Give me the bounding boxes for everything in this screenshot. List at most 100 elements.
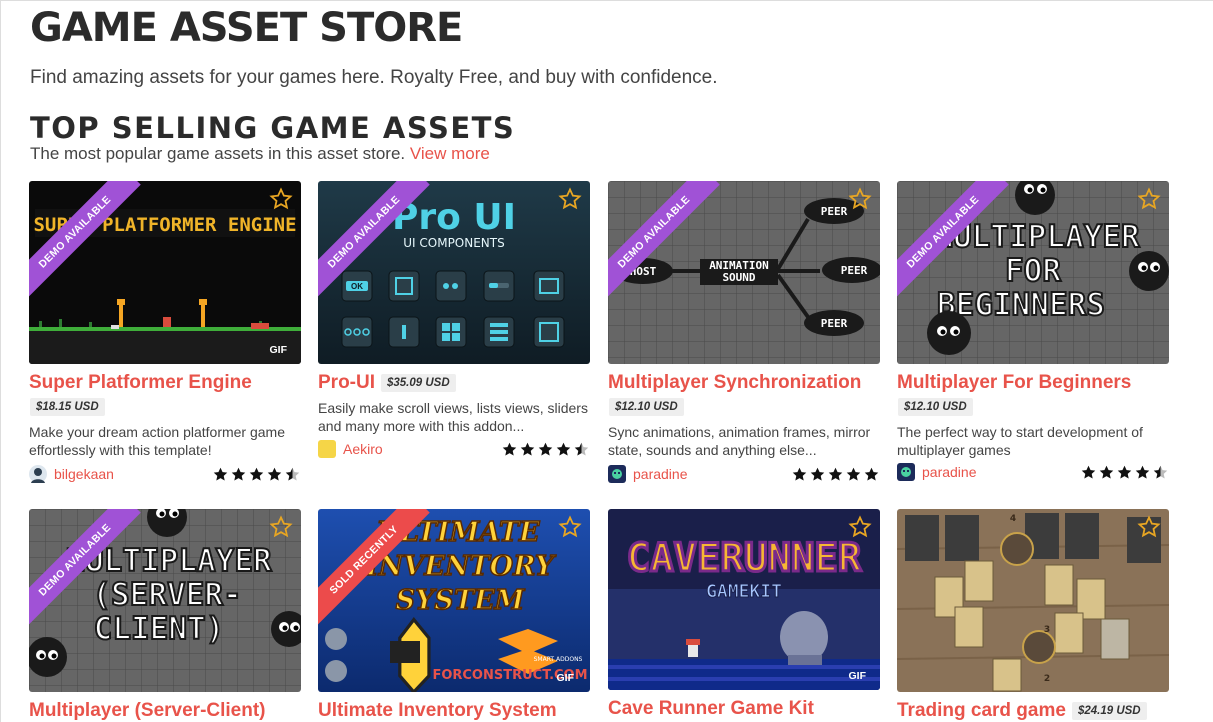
asset-description: Sync animations, animation frames, mirro…	[608, 424, 871, 458]
rating-stars	[1080, 464, 1169, 481]
asset-card[interactable]: Pro UI UI COMPONENTS OK DEMO AVAILABLE P…	[318, 181, 590, 458]
asset-card[interactable]: MULTIPLAYER FOR BEGINNERS DEMO AVAILABLE…	[897, 181, 1169, 481]
rating-star-icon	[267, 467, 282, 481]
asset-card[interactable]: HOST ANIMATION SOUND PEER PEER PEER DEMO…	[608, 181, 880, 483]
favorite-star-icon[interactable]	[1137, 515, 1161, 539]
favorite-star-icon[interactable]	[269, 515, 293, 539]
thumbnail-art: MULTIPLAYER (SERVER- CLIENT)	[29, 509, 301, 692]
asset-card[interactable]: ULTIMATE INVENTORY SYSTEM FORCONSTRUCT.C…	[318, 509, 590, 722]
section-subtitle: The most popular game assets in this ass…	[30, 144, 490, 164]
asset-title[interactable]: Ultimate Inventory System	[318, 700, 557, 722]
favorite-star-icon[interactable]	[269, 187, 293, 211]
svg-text:SMART ADDONS: SMART ADDONS	[534, 656, 583, 663]
asset-description: Make your dream action platformer game e…	[29, 424, 285, 458]
author-link[interactable]: bilgekaan	[29, 465, 114, 483]
asset-title[interactable]: Multiplayer Synchronization	[608, 372, 861, 394]
rating-star-icon	[1099, 465, 1114, 479]
view-more-link[interactable]: View more	[410, 144, 490, 163]
svg-text:INVENTORY: INVENTORY	[365, 551, 557, 582]
asset-description: The perfect way to start development of …	[897, 424, 1143, 458]
price-badge: $12.10 USD	[898, 398, 973, 416]
author-link[interactable]: Aekiro	[318, 440, 383, 458]
asset-thumbnail[interactable]: ULTIMATE INVENTORY SYSTEM FORCONSTRUCT.C…	[318, 509, 590, 692]
asset-thumbnail[interactable]: MULTIPLAYER FOR BEGINNERS DEMO AVAILABLE	[897, 181, 1169, 364]
thumbnail-art: ULTIMATE INVENTORY SYSTEM FORCONSTRUCT.C…	[318, 509, 590, 692]
asset-thumbnail[interactable]: CAVERUNNER GAMEKIT GIF	[608, 509, 880, 690]
rating-star-icon	[828, 467, 843, 481]
rating-star-icon	[1153, 465, 1168, 479]
store-subtitle: Find amazing assets for your games here.…	[30, 67, 718, 88]
gif-badge: GIF	[556, 672, 575, 684]
thumbnail-art: HOST ANIMATION SOUND PEER PEER PEER	[608, 181, 880, 364]
svg-text:FOR: FOR	[1005, 253, 1061, 289]
asset-thumbnail[interactable]: SUPER PLATFORMER ENGINE DEMO AVAILABLE G…	[29, 181, 301, 364]
rating-star-icon	[792, 467, 807, 481]
asset-card[interactable]: 4 3 2 Trading card game $24.19 USD	[897, 509, 1169, 722]
asset-title[interactable]: Multiplayer For Beginners	[897, 372, 1131, 394]
avatar	[318, 440, 336, 458]
asset-title[interactable]: Pro-UI	[318, 372, 375, 394]
author-name[interactable]: paradine	[922, 464, 977, 480]
rating-stars	[791, 466, 880, 483]
asset-card[interactable]: SUPER PLATFORMER ENGINE DEMO AVAILABLE G…	[29, 181, 301, 483]
rating-star-icon	[574, 442, 589, 456]
author-name[interactable]: Aekiro	[343, 441, 383, 457]
svg-text:OK: OK	[351, 282, 363, 291]
rating-star-icon	[538, 442, 553, 456]
rating-star-icon	[1081, 465, 1096, 479]
asset-title[interactable]: Super Platformer Engine	[29, 372, 252, 394]
asset-card[interactable]: MULTIPLAYER (SERVER- CLIENT) DEMO AVAILA…	[29, 509, 301, 722]
avatar	[608, 465, 626, 483]
rating-star-icon	[502, 442, 517, 456]
favorite-star-icon[interactable]	[558, 515, 582, 539]
svg-text:PEER: PEER	[841, 264, 868, 277]
asset-thumbnail[interactable]: HOST ANIMATION SOUND PEER PEER PEER DEMO…	[608, 181, 880, 364]
asset-thumbnail[interactable]: Pro UI UI COMPONENTS OK DEMO AVAILABLE	[318, 181, 590, 364]
asset-title[interactable]: Cave Runner Game Kit	[608, 698, 814, 720]
thumbnail-art: MULTIPLAYER FOR BEGINNERS	[897, 181, 1169, 364]
favorite-star-icon[interactable]	[848, 187, 872, 211]
author-link[interactable]: paradine	[897, 463, 977, 481]
favorite-star-icon[interactable]	[1137, 187, 1161, 211]
author-link[interactable]: paradine	[608, 465, 688, 483]
rating-stars	[501, 441, 590, 458]
rating-star-icon	[810, 467, 825, 481]
asset-title[interactable]: Trading card game	[897, 700, 1066, 722]
price-badge: $12.10 USD	[609, 398, 684, 416]
author-name[interactable]: bilgekaan	[54, 466, 114, 482]
svg-text:SYSTEM: SYSTEM	[396, 585, 526, 616]
svg-text:(SERVER-: (SERVER-	[92, 577, 241, 613]
favorite-star-icon[interactable]	[848, 515, 872, 539]
asset-thumbnail[interactable]: MULTIPLAYER (SERVER- CLIENT) DEMO AVAILA…	[29, 509, 301, 692]
svg-text:UI COMPONENTS: UI COMPONENTS	[403, 236, 504, 250]
gif-badge: GIF	[848, 670, 867, 682]
asset-thumbnail[interactable]: 4 3 2	[897, 509, 1169, 692]
asset-title[interactable]: Multiplayer (Server-Client)	[29, 700, 266, 722]
section-title: TOP SELLING GAME ASSETS	[30, 111, 516, 145]
section-subtitle-text: The most popular game assets in this ass…	[30, 144, 406, 163]
avatar	[897, 463, 915, 481]
thumbnail-art: 4 3 2	[897, 509, 1169, 692]
svg-text:SOUND: SOUND	[722, 271, 755, 284]
rating-star-icon	[249, 467, 264, 481]
svg-text:2: 2	[1044, 674, 1050, 684]
svg-text:CLIENT): CLIENT)	[94, 611, 225, 647]
rating-star-icon	[864, 467, 879, 481]
rating-star-icon	[1117, 465, 1132, 479]
svg-text:GAMEKIT: GAMEKIT	[706, 581, 782, 602]
thumbnail-art: Pro UI UI COMPONENTS OK	[318, 181, 590, 364]
rating-star-icon	[285, 467, 300, 481]
asset-description: Easily make scroll views, lists views, s…	[318, 400, 588, 434]
favorite-star-icon[interactable]	[558, 187, 582, 211]
asset-card[interactable]: CAVERUNNER GAMEKIT GIF Cave Runner Game …	[608, 509, 880, 720]
thumbnail-art: CAVERUNNER GAMEKIT	[608, 509, 880, 690]
svg-text:3: 3	[1044, 625, 1050, 635]
avatar	[29, 465, 47, 483]
rating-stars	[212, 466, 301, 483]
gif-badge: GIF	[269, 344, 288, 356]
price-badge: $24.19 USD	[1071, 702, 1147, 720]
rating-star-icon	[1135, 465, 1150, 479]
price-badge: $18.15 USD	[30, 398, 105, 416]
rating-star-icon	[231, 467, 246, 481]
author-name[interactable]: paradine	[633, 466, 688, 482]
